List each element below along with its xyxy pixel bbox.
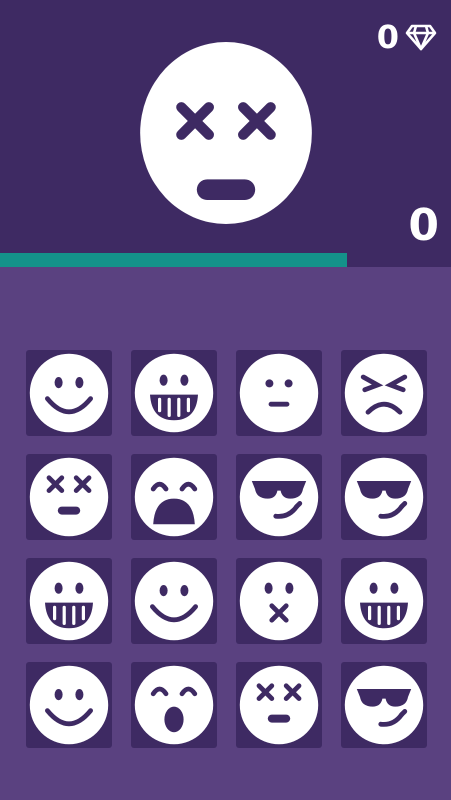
dizzy-face-icon — [29, 457, 109, 537]
emoji-tile-cool[interactable] — [341, 662, 427, 748]
emoji-tile-smile[interactable] — [26, 662, 112, 748]
dizzy-face-icon — [239, 665, 319, 745]
emoji-tile-smile[interactable] — [26, 350, 112, 436]
emoji-tile-dizzy[interactable] — [236, 662, 322, 748]
grin-face-icon — [134, 353, 214, 433]
neutral-face-icon — [239, 353, 319, 433]
emoji-tile-grin[interactable] — [26, 558, 112, 644]
cool-face-icon — [344, 457, 424, 537]
emoji-tile-dizzy[interactable] — [26, 454, 112, 540]
grin-face-icon — [29, 561, 109, 641]
score: 0 — [408, 200, 439, 251]
header: 0 0 — [0, 0, 451, 267]
shocked-face-icon — [134, 665, 214, 745]
timer-bar-fill — [0, 253, 348, 267]
emoji-tile-cool[interactable] — [341, 454, 427, 540]
emoji-tile-smile[interactable] — [131, 558, 217, 644]
cool-face-icon — [239, 457, 319, 537]
cool-face-icon — [344, 665, 424, 745]
frightened-face-icon — [134, 457, 214, 537]
angry-face-icon — [344, 353, 424, 433]
emoji-tile-shocked[interactable] — [131, 662, 217, 748]
smile-face-icon — [29, 665, 109, 745]
gem-count: 0 — [376, 18, 399, 56]
emoji-tile-cool[interactable] — [236, 454, 322, 540]
grin-face-icon — [344, 561, 424, 641]
emoji-grid — [26, 350, 427, 748]
emoji-tile-frightened[interactable] — [131, 454, 217, 540]
gem-counter: 0 — [377, 18, 437, 56]
emoji-tile-neutral[interactable] — [236, 350, 322, 436]
emoji-tile-grin[interactable] — [131, 350, 217, 436]
emoji-tile-kiss[interactable] — [236, 558, 322, 644]
kiss-face-icon — [239, 561, 319, 641]
target-face — [140, 42, 312, 224]
smile-face-icon — [134, 561, 214, 641]
emoji-tile-angry[interactable] — [341, 350, 427, 436]
emoji-tile-grin[interactable] — [341, 558, 427, 644]
timer-bar — [0, 253, 451, 267]
smile-face-icon — [29, 353, 109, 433]
diamond-icon — [405, 24, 437, 51]
